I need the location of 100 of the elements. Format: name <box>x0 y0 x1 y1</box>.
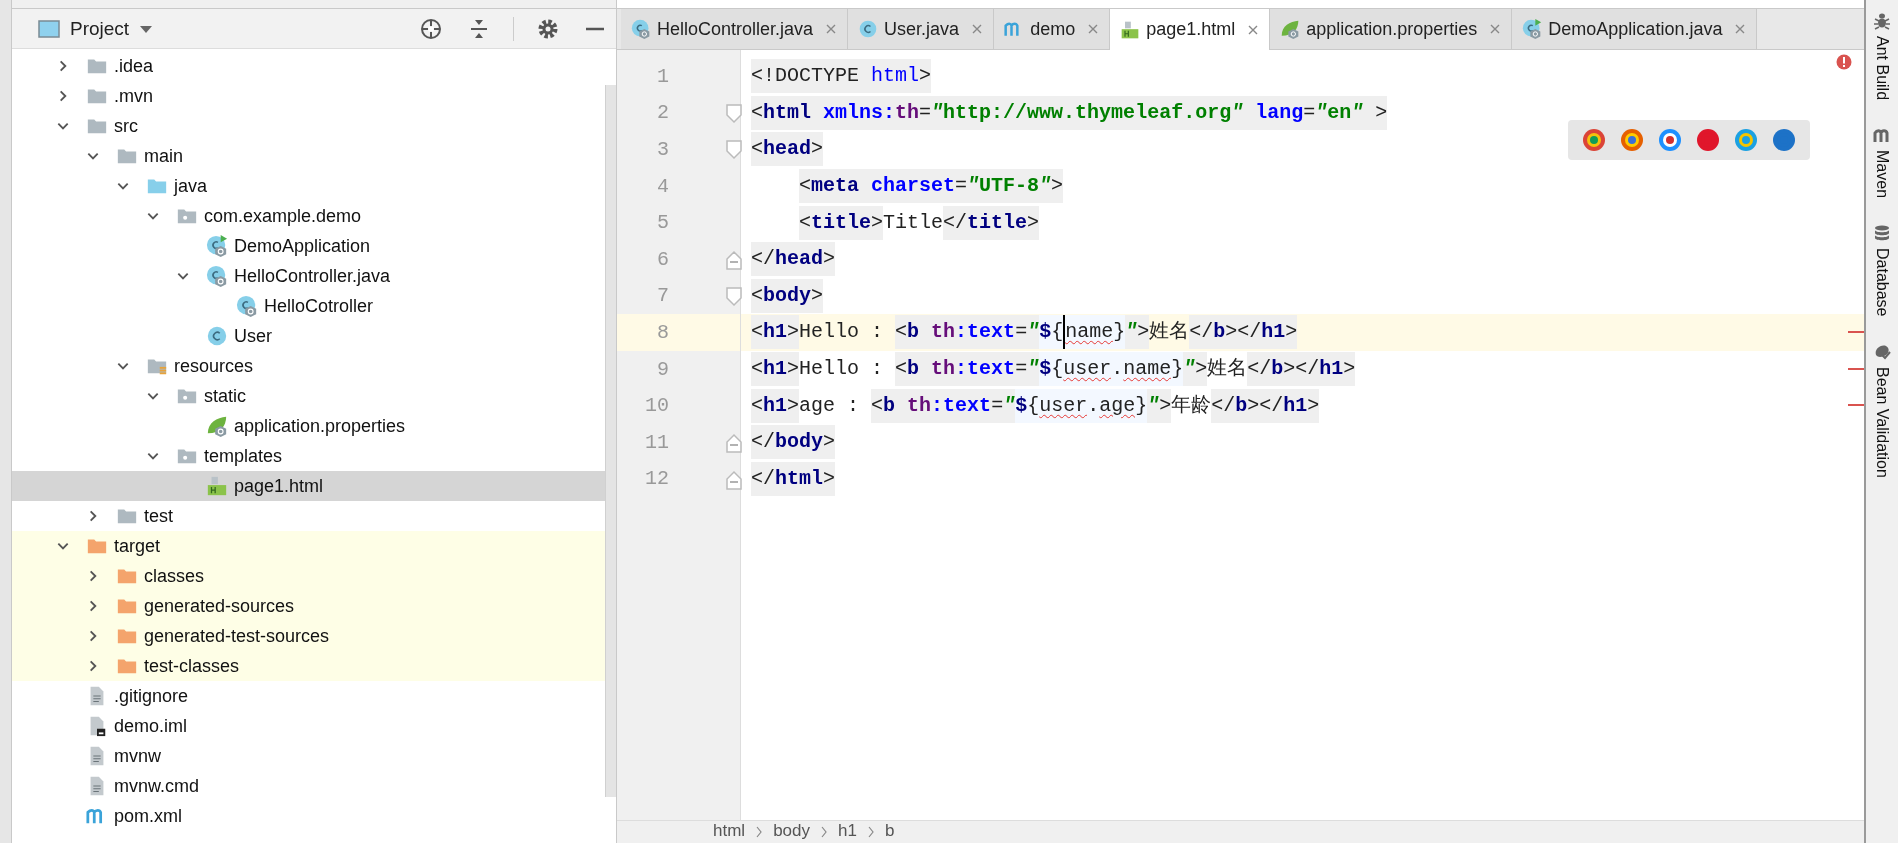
spring-class-icon <box>206 265 228 287</box>
tree-row[interactable]: mvnw.cmd <box>12 771 605 801</box>
tree-row[interactable]: classes <box>12 561 605 591</box>
maven-icon <box>1873 126 1891 145</box>
tree-row[interactable]: application.properties <box>12 411 605 441</box>
line-number: 2 <box>656 101 669 125</box>
line-number: 4 <box>656 174 669 198</box>
locate-icon[interactable] <box>419 16 443 41</box>
code-line: </html> <box>751 461 836 496</box>
code-line: <body> <box>751 278 824 313</box>
browser-icon[interactable] <box>1620 128 1644 152</box>
runnable-class-icon <box>1522 19 1543 39</box>
tree-row[interactable]: test-classes <box>12 651 605 681</box>
tree-row[interactable]: User <box>12 321 605 351</box>
close-icon[interactable] <box>1247 23 1260 36</box>
breadcrumb-item[interactable]: h1 <box>838 821 857 841</box>
line-number: 5 <box>656 211 669 235</box>
editor-tab[interactable]: User.java <box>848 9 995 49</box>
error-indicator-icon[interactable] <box>1836 54 1852 70</box>
breadcrumb-item[interactable]: body <box>773 821 810 841</box>
fold-marker-icon[interactable] <box>725 140 743 161</box>
browser-icon[interactable] <box>1658 128 1682 152</box>
breadcrumb-separator-icon <box>755 826 764 838</box>
runnable-class-icon <box>206 235 228 257</box>
editor-tab[interactable]: demo <box>994 9 1111 49</box>
class-icon <box>858 19 879 39</box>
line-number: 7 <box>656 284 669 308</box>
tree-row[interactable]: resources <box>12 351 605 381</box>
tree-row[interactable]: src <box>12 111 605 141</box>
tool-window-button[interactable]: Ant Build <box>1873 36 1891 101</box>
selected-tree-row[interactable]: page1.html <box>12 471 605 501</box>
class-icon <box>206 325 228 347</box>
tree-row[interactable]: main <box>12 141 605 171</box>
tree-row[interactable]: .gitignore <box>12 681 605 711</box>
code-line: <h1>age : <b th:text="${user.age}">年龄</b></h1> <box>751 388 1320 423</box>
code-line: <meta charset="UTF-8"> <box>751 169 1064 204</box>
tree-row[interactable]: target <box>12 531 605 561</box>
dropdown-caret-icon[interactable] <box>139 23 154 34</box>
editor-tab[interactable]: DemoApplication.java <box>1512 9 1758 49</box>
close-icon[interactable] <box>1489 23 1502 35</box>
tree-row[interactable]: DemoApplication <box>12 231 605 261</box>
database-icon <box>1873 224 1891 243</box>
spring-class-icon <box>631 19 651 39</box>
tree-row[interactable]: generated-test-sources <box>12 621 605 651</box>
tree-row[interactable]: static <box>12 381 605 411</box>
tree-row[interactable]: demo.iml <box>12 711 605 741</box>
project-view-icon <box>38 18 60 39</box>
tree-row[interactable]: com.example.demo <box>12 201 605 231</box>
line-number: 1 <box>656 64 669 88</box>
tree-row[interactable]: .mvn <box>12 81 605 111</box>
line-number: 3 <box>656 138 669 161</box>
tool-window-button[interactable]: Bean Validation <box>1873 366 1891 478</box>
browser-icon[interactable] <box>1696 128 1720 152</box>
code-line: </body> <box>751 425 836 460</box>
code-line: <h1>Hello : <b th:text="${name}">姓名</b></h1> <box>751 315 1298 350</box>
editor-tab[interactable]: HelloController.java <box>621 9 849 49</box>
error-stripe-mark[interactable] <box>1848 404 1864 407</box>
editor-tab[interactable]: page1.html <box>1110 9 1271 50</box>
line-number: 6 <box>656 247 669 271</box>
error-stripe-mark[interactable] <box>1848 331 1864 334</box>
line-number: 9 <box>656 357 669 381</box>
panel-title[interactable]: Project <box>70 17 130 40</box>
browser-icon[interactable] <box>1582 128 1606 152</box>
close-icon[interactable] <box>1734 23 1747 35</box>
close-icon[interactable] <box>825 23 838 35</box>
error-stripe-mark[interactable] <box>1848 367 1864 370</box>
html-file-icon <box>1120 19 1141 40</box>
leaf-icon <box>206 415 228 437</box>
breadcrumb-item[interactable]: html <box>713 821 746 841</box>
breadcrumb-item[interactable]: b <box>884 821 895 841</box>
tree-row[interactable]: java <box>12 171 605 201</box>
tree-row[interactable]: test <box>12 501 605 531</box>
breadcrumb-separator-icon <box>866 826 875 838</box>
tool-window-button[interactable]: Database <box>1873 248 1891 317</box>
editor-tab[interactable]: application.properties <box>1270 9 1513 49</box>
browser-icon[interactable] <box>1772 128 1796 152</box>
tree-row[interactable]: templates <box>12 441 605 471</box>
code-line: <h1>Hello : <b th:text="${user.name}">姓名</b></h1> <box>751 352 1356 387</box>
tree-row[interactable]: mvnw <box>12 741 605 771</box>
html-file-icon <box>206 475 228 497</box>
fold-marker-icon[interactable] <box>725 286 743 307</box>
ant-icon <box>1873 12 1891 30</box>
tree-row[interactable]: HelloCotroller <box>12 291 605 321</box>
tree-row[interactable]: .idea <box>12 51 605 81</box>
line-number: 12 <box>644 467 669 491</box>
close-icon[interactable] <box>1087 23 1100 35</box>
code-line: <title>Title</title> <box>751 205 1040 240</box>
fold-marker-icon[interactable] <box>725 103 743 124</box>
line-number: 11 <box>644 430 669 454</box>
tree-row[interactable]: HelloController.java <box>12 261 605 291</box>
breadcrumb-separator-icon <box>820 826 828 838</box>
tree-row[interactable]: generated-sources <box>12 591 605 621</box>
tree-row[interactable]: pom.xml <box>12 801 605 831</box>
code-line: </head> <box>751 242 836 277</box>
leaf-icon <box>1280 19 1301 39</box>
spring-class-icon <box>236 295 258 317</box>
code-line: <!DOCTYPE html> <box>751 59 932 94</box>
close-icon[interactable] <box>971 23 984 35</box>
code-line: <html xmlns:th="http://www.thymeleaf.org" lang="en" > <box>751 95 1388 130</box>
tool-window-button[interactable]: Maven <box>1873 150 1891 199</box>
